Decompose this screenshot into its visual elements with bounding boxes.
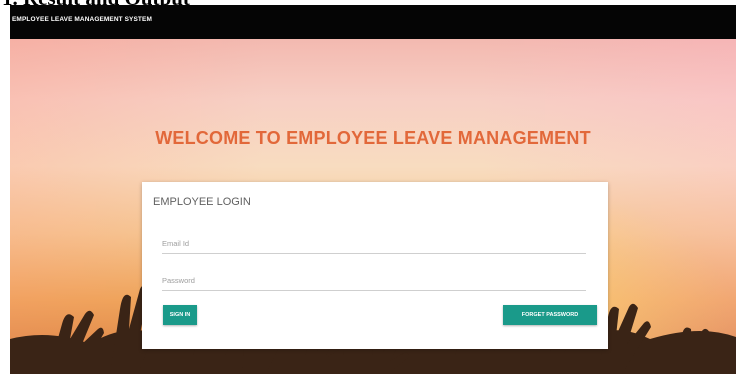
forget-password-button[interactable]: FORGET PASSWORD — [503, 305, 597, 325]
app-window: EMPLOYEE LEAVE MANAGEMENT SYSTEM WELCOME… — [10, 5, 736, 374]
sign-in-button[interactable]: SIGN IN — [163, 305, 197, 325]
welcome-heading: WELCOME TO EMPLOYEE LEAVE MANAGEMENT — [155, 128, 591, 148]
login-title: EMPLOYEE LOGIN — [153, 196, 251, 208]
navbar-title[interactable]: EMPLOYEE LEAVE MANAGEMENT SYSTEM — [12, 16, 152, 23]
hero-background: WELCOME TO EMPLOYEE LEAVE MANAGEMENT EMP… — [10, 39, 736, 374]
password-field[interactable] — [162, 270, 586, 291]
email-field[interactable] — [162, 233, 586, 254]
login-card: EMPLOYEE LOGIN SIGN IN FORGET PASSWORD — [142, 182, 608, 349]
navbar: EMPLOYEE LEAVE MANAGEMENT SYSTEM — [10, 5, 736, 39]
